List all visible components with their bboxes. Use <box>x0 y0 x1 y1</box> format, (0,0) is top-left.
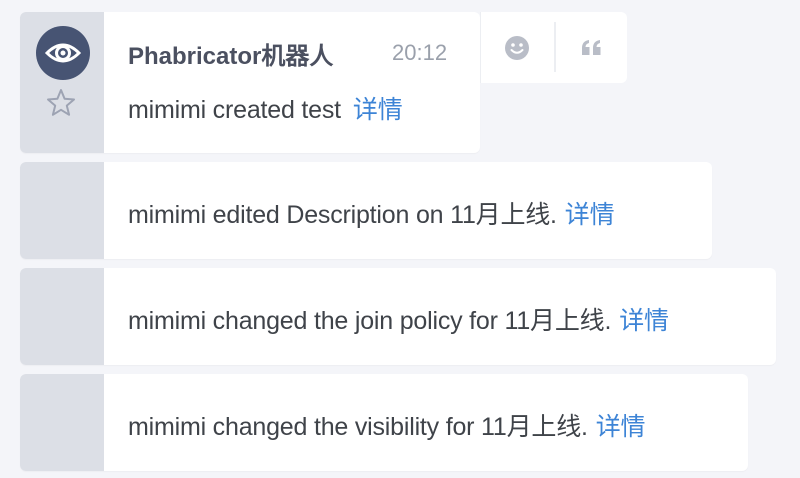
star-icon[interactable] <box>45 87 77 119</box>
details-link[interactable]: 详情 <box>596 413 646 441</box>
message-card: mimimi changed the join policy for 11月上线… <box>20 268 776 365</box>
message-gutter <box>20 12 104 153</box>
message-timestamp: 20:12 <box>392 40 448 65</box>
eye-icon <box>44 43 82 63</box>
message-feed: Phabricator机器人 20:12 mimimi created test… <box>0 0 800 478</box>
message-body: mimimi changed the visibility for 11月上线.… <box>104 374 748 471</box>
message-gutter <box>20 374 104 471</box>
message-text-row: mimimi created test 详情 <box>128 90 403 126</box>
message-gutter <box>20 268 104 365</box>
message-text-row: mimimi edited Description on 11月上线. 详情 <box>128 195 615 231</box>
details-link[interactable]: 详情 <box>565 201 615 229</box>
sender-name: Phabricator机器人 <box>128 43 334 70</box>
quote-icon <box>582 39 601 55</box>
message-text-row: mimimi changed the join policy for 11月上线… <box>128 301 669 337</box>
message-card: mimimi edited Description on 11月上线. 详情 <box>20 162 712 259</box>
details-link[interactable]: 详情 <box>619 307 669 335</box>
emoji-smiley-icon <box>505 35 529 60</box>
message-gutter <box>20 162 104 259</box>
message-text: mimimi edited Description on 11月上线. <box>128 201 557 229</box>
message-card: Phabricator机器人 20:12 mimimi created test… <box>20 12 480 153</box>
message-actions-toolbar <box>480 12 627 83</box>
details-link[interactable]: 详情 <box>353 96 403 124</box>
message-body: Phabricator机器人 20:12 mimimi created test… <box>104 12 480 153</box>
message-body: mimimi edited Description on 11月上线. 详情 <box>104 162 712 259</box>
reaction-button[interactable] <box>481 12 553 83</box>
avatar[interactable] <box>36 26 90 80</box>
quote-button[interactable] <box>556 12 628 83</box>
message-text: mimimi changed the visibility for 11月上线. <box>128 413 588 441</box>
message-card: mimimi changed the visibility for 11月上线.… <box>20 374 748 471</box>
message-text: mimimi changed the join policy for 11月上线… <box>128 307 612 335</box>
message-body: mimimi changed the join policy for 11月上线… <box>104 268 776 365</box>
message-text: mimimi created test <box>128 96 341 124</box>
message-text-row: mimimi changed the visibility for 11月上线.… <box>128 407 646 443</box>
